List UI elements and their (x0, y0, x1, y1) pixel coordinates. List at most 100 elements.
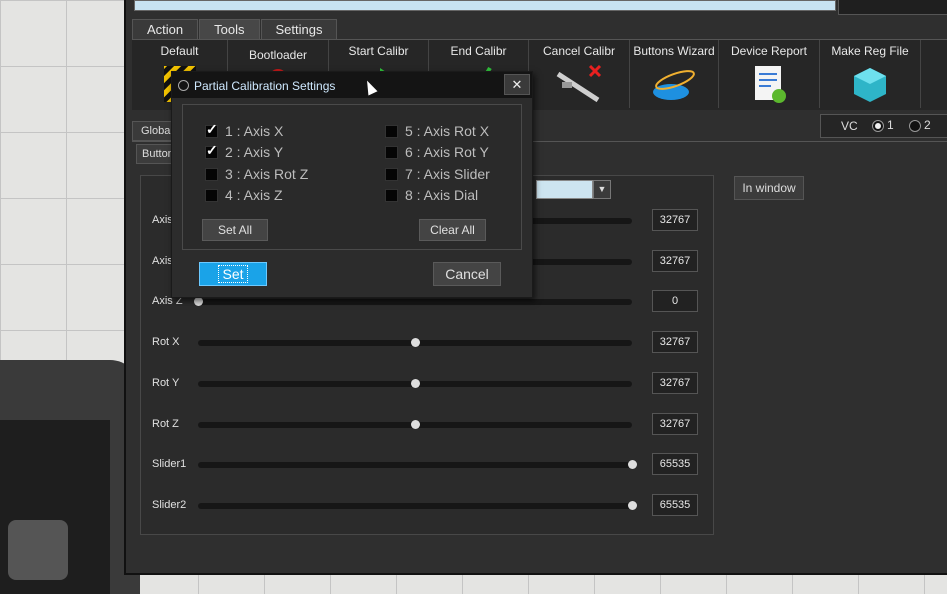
axis-label: Axis (152, 214, 173, 226)
set-button-label: Set (218, 265, 248, 283)
checkbox-box[interactable] (205, 142, 218, 159)
dialog-title: Partial Calibration Settings (194, 79, 336, 93)
axis-slider-thumb[interactable] (628, 501, 637, 510)
app-icon (178, 80, 189, 91)
axis-slider-track[interactable] (198, 420, 632, 429)
axis-slider-track[interactable] (198, 460, 637, 469)
axis-value: 32767 (652, 209, 698, 231)
checkbox-label: 3 : Axis Rot Z (225, 166, 309, 182)
axis-row: Slider2 65535 (152, 494, 702, 529)
main-tabs: Action Tools Settings (132, 19, 338, 40)
checkbox-box[interactable] (205, 188, 218, 202)
axis-value: 0 (652, 290, 698, 312)
axis-slider-thumb[interactable] (411, 420, 420, 429)
checkbox-box[interactable] (205, 121, 218, 138)
axis-value: 32767 (652, 250, 698, 272)
checkbox-label: 8 : Axis Dial (405, 187, 479, 203)
checkbox-axis-rot-z[interactable]: 3 : Axis Rot Z (205, 166, 308, 182)
axis-label: Slider2 (152, 499, 187, 511)
clear-all-button[interactable]: Clear All (419, 219, 486, 241)
axis-value: 65535 (652, 494, 698, 516)
axis-checkbox-group: 1 : Axis X 2 : Axis Y 3 : Axis Rot Z 4 :… (182, 104, 522, 250)
checkbox-axis-rot-y[interactable]: 6 : Axis Rot Y (385, 144, 489, 160)
vc-radio-2-label: 2 (924, 118, 931, 132)
vc-label: VC (841, 119, 858, 133)
axis-ticks (198, 432, 632, 434)
axis-ticks (198, 472, 632, 474)
set-all-button[interactable]: Set All (202, 219, 268, 241)
end-calibr-label: End Calibr (450, 44, 507, 58)
default-label: Default (160, 44, 199, 58)
axis-slider-thumb[interactable] (628, 460, 637, 469)
axis-slider-thumb[interactable] (411, 379, 420, 388)
cancel-calibr-button[interactable]: Cancel Calibr (529, 40, 630, 108)
axis-slider-track[interactable] (194, 297, 632, 306)
checkbox-box[interactable] (205, 167, 218, 181)
checkbox-label: 7 : Axis Slider (405, 166, 490, 182)
partial-calibration-dialog: Partial Calibration Settings ✕ 1 : Axis … (171, 71, 533, 298)
wizard-hat-icon (649, 64, 699, 109)
axis-label: Axis (152, 255, 173, 267)
set-button[interactable]: Set (199, 262, 267, 286)
checkbox-axis-x[interactable]: 1 : Axis X (205, 121, 284, 139)
make-reg-file-label: Make Reg File (831, 44, 909, 58)
make-reg-file-button[interactable]: Make Reg File (820, 40, 921, 108)
caliper-cancel-icon (552, 64, 606, 109)
checkbox-axis-y[interactable]: 2 : Axis Y (205, 142, 284, 160)
start-calibr-label: Start Calibr (348, 44, 409, 58)
device-report-button[interactable]: Device Report (719, 40, 820, 108)
checkbox-label: 5 : Axis Rot X (405, 123, 490, 139)
axis-ticks (198, 513, 632, 515)
axis-row: Rot Y 32767 (152, 372, 702, 407)
dialog-titlebar[interactable]: Partial Calibration Settings ✕ (172, 72, 532, 98)
cancel-calibr-label: Cancel Calibr (542, 44, 616, 58)
axis-label: Slider1 (152, 458, 187, 470)
checkbox-label: 6 : Axis Rot Y (405, 144, 489, 160)
axis-slider-track[interactable] (198, 379, 632, 388)
axis-value: 32767 (652, 413, 698, 435)
vc-radio-2[interactable] (909, 120, 921, 132)
vc-selector: VC 1 2 (820, 114, 947, 138)
background-device-part (8, 520, 68, 580)
close-icon[interactable]: ✕ (504, 74, 530, 95)
checkbox-box[interactable] (385, 188, 398, 202)
bootloader-label: Bootloader (248, 48, 308, 62)
tab-tools[interactable]: Tools (199, 19, 260, 40)
axis-label: Rot X (152, 336, 180, 348)
in-window-button[interactable]: In window (734, 176, 804, 200)
top-status-strip (134, 0, 836, 11)
vc-radio-1[interactable] (872, 120, 884, 132)
axis-slider-track[interactable] (198, 338, 632, 347)
checkbox-axis-slider[interactable]: 7 : Axis Slider (385, 166, 490, 182)
checkbox-label: 4 : Axis Z (225, 187, 283, 203)
axis-ticks (198, 391, 632, 393)
buttons-wizard-button[interactable]: Buttons Wizard (630, 40, 719, 108)
axis-label: Rot Y (152, 377, 180, 389)
axis-label: Rot Z (152, 418, 179, 430)
checkbox-label: 1 : Axis X (225, 123, 284, 139)
tab-action[interactable]: Action (132, 19, 199, 40)
axis-row: Slider1 65535 (152, 453, 702, 488)
checkbox-box[interactable] (385, 145, 398, 159)
buttons-wizard-label: Buttons Wizard (633, 44, 715, 58)
axis-ticks (198, 309, 632, 311)
axis-slider-thumb[interactable] (411, 338, 420, 347)
checkbox-label: 2 : Axis Y (225, 144, 284, 160)
checkbox-box[interactable] (385, 124, 398, 138)
chevron-down-icon[interactable]: ▼ (593, 180, 611, 199)
checkbox-axis-z[interactable]: 4 : Axis Z (205, 187, 283, 203)
axis-slider-track[interactable] (198, 501, 637, 510)
axis-ticks (198, 350, 632, 352)
registry-cube-icon (850, 64, 890, 109)
checkbox-box[interactable] (385, 167, 398, 181)
checkbox-axis-rot-x[interactable]: 5 : Axis Rot X (385, 123, 489, 139)
axis-slider-thumb[interactable] (194, 297, 203, 306)
axis-value: 65535 (652, 453, 698, 475)
checkbox-axis-dial[interactable]: 8 : Axis Dial (385, 187, 478, 203)
cancel-button[interactable]: Cancel (433, 262, 501, 286)
device-combo[interactable] (536, 180, 593, 199)
axis-value: 32767 (652, 372, 698, 394)
tab-settings[interactable]: Settings (260, 19, 338, 40)
axis-row: Rot Z 32767 (152, 413, 702, 448)
device-report-label: Device Report (730, 44, 808, 58)
